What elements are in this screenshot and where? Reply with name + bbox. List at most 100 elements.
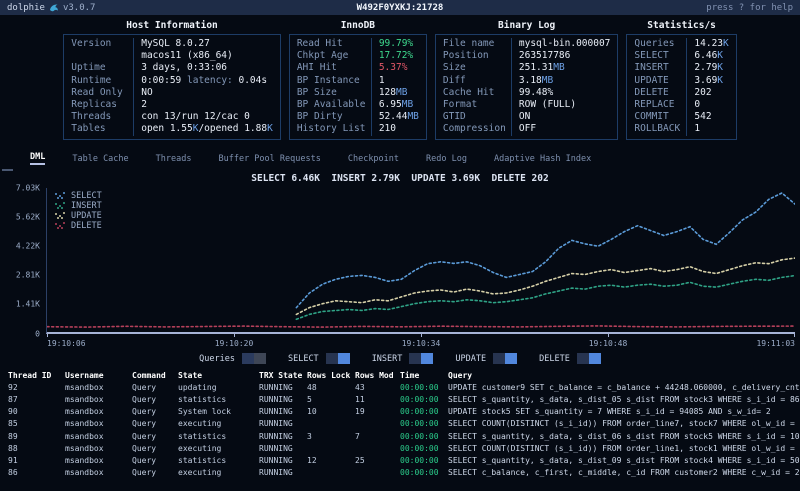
column-header-thread-id: Thread ID (8, 370, 65, 382)
panel-row-label: Read Only (71, 87, 133, 99)
toggle-track-left (326, 353, 338, 364)
cell-state: System lock (178, 406, 259, 418)
chart-legend: SELECTINSERTUPDATEDELETE (55, 191, 102, 231)
tab-checkpoint[interactable]: Checkpoint (348, 154, 399, 164)
value-part: con 13/run 12/cac 0 (141, 111, 250, 122)
value-part: 2.79 (694, 62, 717, 73)
y-tick-label: 4.22K (16, 242, 40, 251)
panel-row-value: 128MB (371, 87, 408, 99)
toggle-switch-update[interactable] (493, 353, 517, 364)
legend-marker-icon (55, 192, 66, 199)
legend-label: DELETE (71, 221, 102, 231)
cell-command: Query (132, 406, 178, 418)
tab-redo-log[interactable]: Redo Log (426, 154, 467, 164)
value-part: 128 (379, 87, 396, 98)
value-part: mysql-bin.000007 (519, 38, 611, 49)
panel-row: UPDATE3.69K (634, 75, 728, 87)
panel-row-label: Compression (443, 123, 511, 135)
value-part: 1 (379, 75, 385, 86)
tab-buffer-pool-requests[interactable]: Buffer Pool Requests (218, 154, 320, 164)
tab-table-cache[interactable]: Table Cache (72, 154, 128, 164)
table-row[interactable]: 88msandboxQueryexecutingRUNNING00:00:00S… (0, 443, 800, 455)
panel-row: Size251.31MB (443, 62, 611, 74)
value-part: 263517786 (519, 50, 570, 61)
cell-username: msandbox (65, 443, 132, 455)
cell-rows-mod (355, 418, 400, 430)
cell-thread-id: 85 (8, 418, 65, 430)
series-select (296, 193, 795, 308)
cell-query: SELECT s_quantity, s_data, s_dist_09 s_d… (448, 455, 800, 467)
toggle-track-left (242, 353, 254, 364)
cell-time: 00:00:00 (400, 406, 448, 418)
tab-adaptive-hash-index[interactable]: Adaptive Hash Index (494, 154, 591, 164)
cell-query: SELECT c_balance, c_first, c_middle, c_i… (448, 467, 800, 479)
x-tick-label: 19:10:48 (589, 339, 628, 348)
cell-query: SELECT COUNT(DISTINCT (s_i_id)) FROM ord… (448, 418, 800, 430)
panel-row: BP Instance1 (297, 75, 419, 87)
value-part: K (267, 123, 273, 134)
value-part: 17.72% (379, 50, 413, 61)
cell-rows-mod: 7 (355, 431, 400, 443)
panel-row-label: Runtime (71, 75, 133, 87)
toggle-switch-delete[interactable] (577, 353, 601, 364)
value-part: MB (542, 75, 553, 86)
x-tick (234, 334, 235, 337)
tab-dml[interactable]: DML (30, 152, 45, 165)
column-header-query: Query (448, 370, 800, 382)
panel-row-label: BP Size (297, 87, 371, 99)
panel-row: BP Available6.95MB (297, 99, 419, 111)
column-header-rows-lock: Rows Lock (307, 370, 355, 382)
panel-title: Binary Log (435, 20, 619, 34)
cell-command: Query (132, 431, 178, 443)
table-row[interactable]: 91msandboxQuerystatisticsRUNNING122500:0… (0, 455, 800, 467)
table-row[interactable]: 89msandboxQuerystatisticsRUNNING3700:00:… (0, 431, 800, 443)
panel-row-label: INSERT (634, 62, 686, 74)
panel-row-value: 202 (686, 87, 711, 99)
cell-rows-lock: 12 (307, 455, 355, 467)
table-row[interactable]: 90msandboxQuerySystem lockRUNNING101900:… (0, 406, 800, 418)
table-row[interactable]: 86msandboxQueryexecutingRUNNING00:00:00S… (0, 467, 800, 479)
table-header-row: Thread IDUsernameCommandStateTRX StateRo… (0, 370, 800, 382)
panel-row-label: Uptime (71, 62, 133, 74)
panel-row-value: 3.18MB (511, 75, 553, 87)
value-part: K (717, 62, 723, 73)
table-row[interactable]: 87msandboxQuerystatisticsRUNNING51100:00… (0, 394, 800, 406)
panel-row-label: Tables (71, 123, 133, 135)
panel-row: Threads con 13/run 12/cac 0 (71, 111, 273, 123)
cell-thread-id: 86 (8, 467, 65, 479)
panel-row-value: NO (133, 87, 152, 99)
legend-item-insert: INSERT (55, 201, 102, 211)
toggle-switch-queries[interactable] (242, 353, 266, 364)
panel-row-label: Format (443, 99, 511, 111)
toggle-switch-select[interactable] (326, 353, 350, 364)
tab-threads[interactable]: Threads (156, 154, 192, 164)
column-header-command: Command (132, 370, 178, 382)
panel-row-label: COMMIT (634, 111, 686, 123)
value-part: 1 (694, 123, 700, 134)
panel-row: Tablesopen 1.55K/opened 1.88K (71, 123, 273, 135)
x-tick-label: 19:10:34 (402, 339, 441, 348)
table-row[interactable]: 85msandboxQueryexecutingRUNNING00:00:00S… (0, 418, 800, 430)
cell-trx-state: RUNNING (259, 406, 307, 418)
panel-row-value: 99.48% (511, 87, 553, 99)
panel-row-label: Version (71, 38, 133, 50)
panel-row: BP Dirty52.44MB (297, 111, 419, 123)
table-row[interactable]: 92msandboxQueryupdatingRUNNING484300:00:… (0, 382, 800, 394)
cell-trx-state: RUNNING (259, 455, 307, 467)
toggle-track-left (577, 353, 589, 364)
panel-row: REPLACE0 (634, 99, 728, 111)
value-part: OFF (519, 123, 536, 134)
column-header-trx-state: TRX State (259, 370, 307, 382)
y-tick-label: 0 (35, 329, 40, 338)
tab-scrollbar[interactable] (2, 169, 13, 171)
cell-command: Query (132, 467, 178, 479)
value-part: MB (402, 99, 413, 110)
value-part: latency: (187, 75, 238, 86)
panel-statistics-s: Statistics/sQueries14.23KSELECT6.46KINSE… (626, 20, 736, 140)
cell-thread-id: 90 (8, 406, 65, 418)
panel-row-label: Threads (71, 111, 133, 123)
toggle-switch-insert[interactable] (409, 353, 433, 364)
y-tick-label: 2.81K (16, 271, 40, 280)
panel-row: AHI Hit5.37% (297, 62, 419, 74)
toggle-track-right (421, 353, 433, 364)
